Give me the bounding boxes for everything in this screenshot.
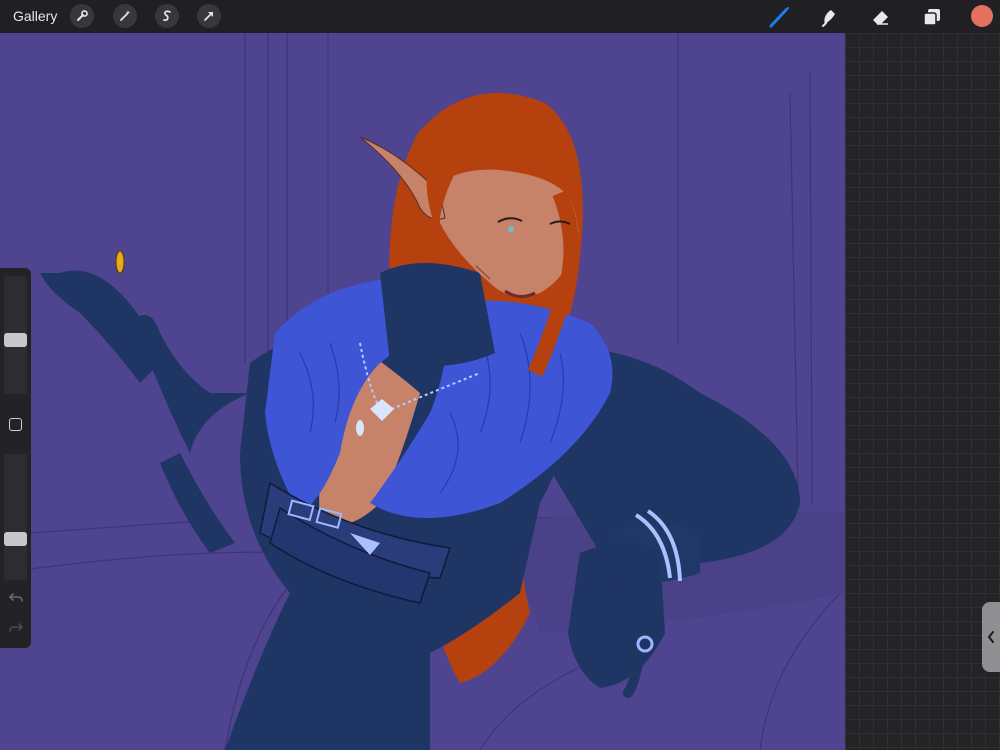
top-toolbar: Gallery [0,0,1000,33]
chevron-left-icon [987,631,994,643]
opacity-thumb[interactable] [4,532,27,546]
transform-arrow-icon[interactable] [197,4,221,28]
eraser-icon[interactable] [868,4,894,30]
brush-size-thumb[interactable] [4,333,27,347]
smudge-icon[interactable] [816,4,842,30]
gallery-button[interactable]: Gallery [13,8,57,24]
redo-icon[interactable] [8,620,24,636]
left-sidebar [0,268,31,648]
color-picker-button[interactable] [971,5,993,27]
brush-size-slider[interactable] [4,276,27,394]
artwork-illustration [0,33,845,750]
undo-icon[interactable] [8,590,24,606]
modify-button[interactable] [9,418,22,431]
selection-icon[interactable] [155,4,179,28]
magic-wand-icon[interactable] [113,4,137,28]
brush-icon[interactable] [766,4,792,30]
drawing-canvas[interactable] [0,33,845,750]
canvas-edge-grid [845,33,1000,750]
wrench-icon[interactable] [70,4,94,28]
opacity-slider[interactable] [4,454,27,580]
side-panel-toggle[interactable] [982,602,1000,672]
layers-icon[interactable] [919,4,945,30]
